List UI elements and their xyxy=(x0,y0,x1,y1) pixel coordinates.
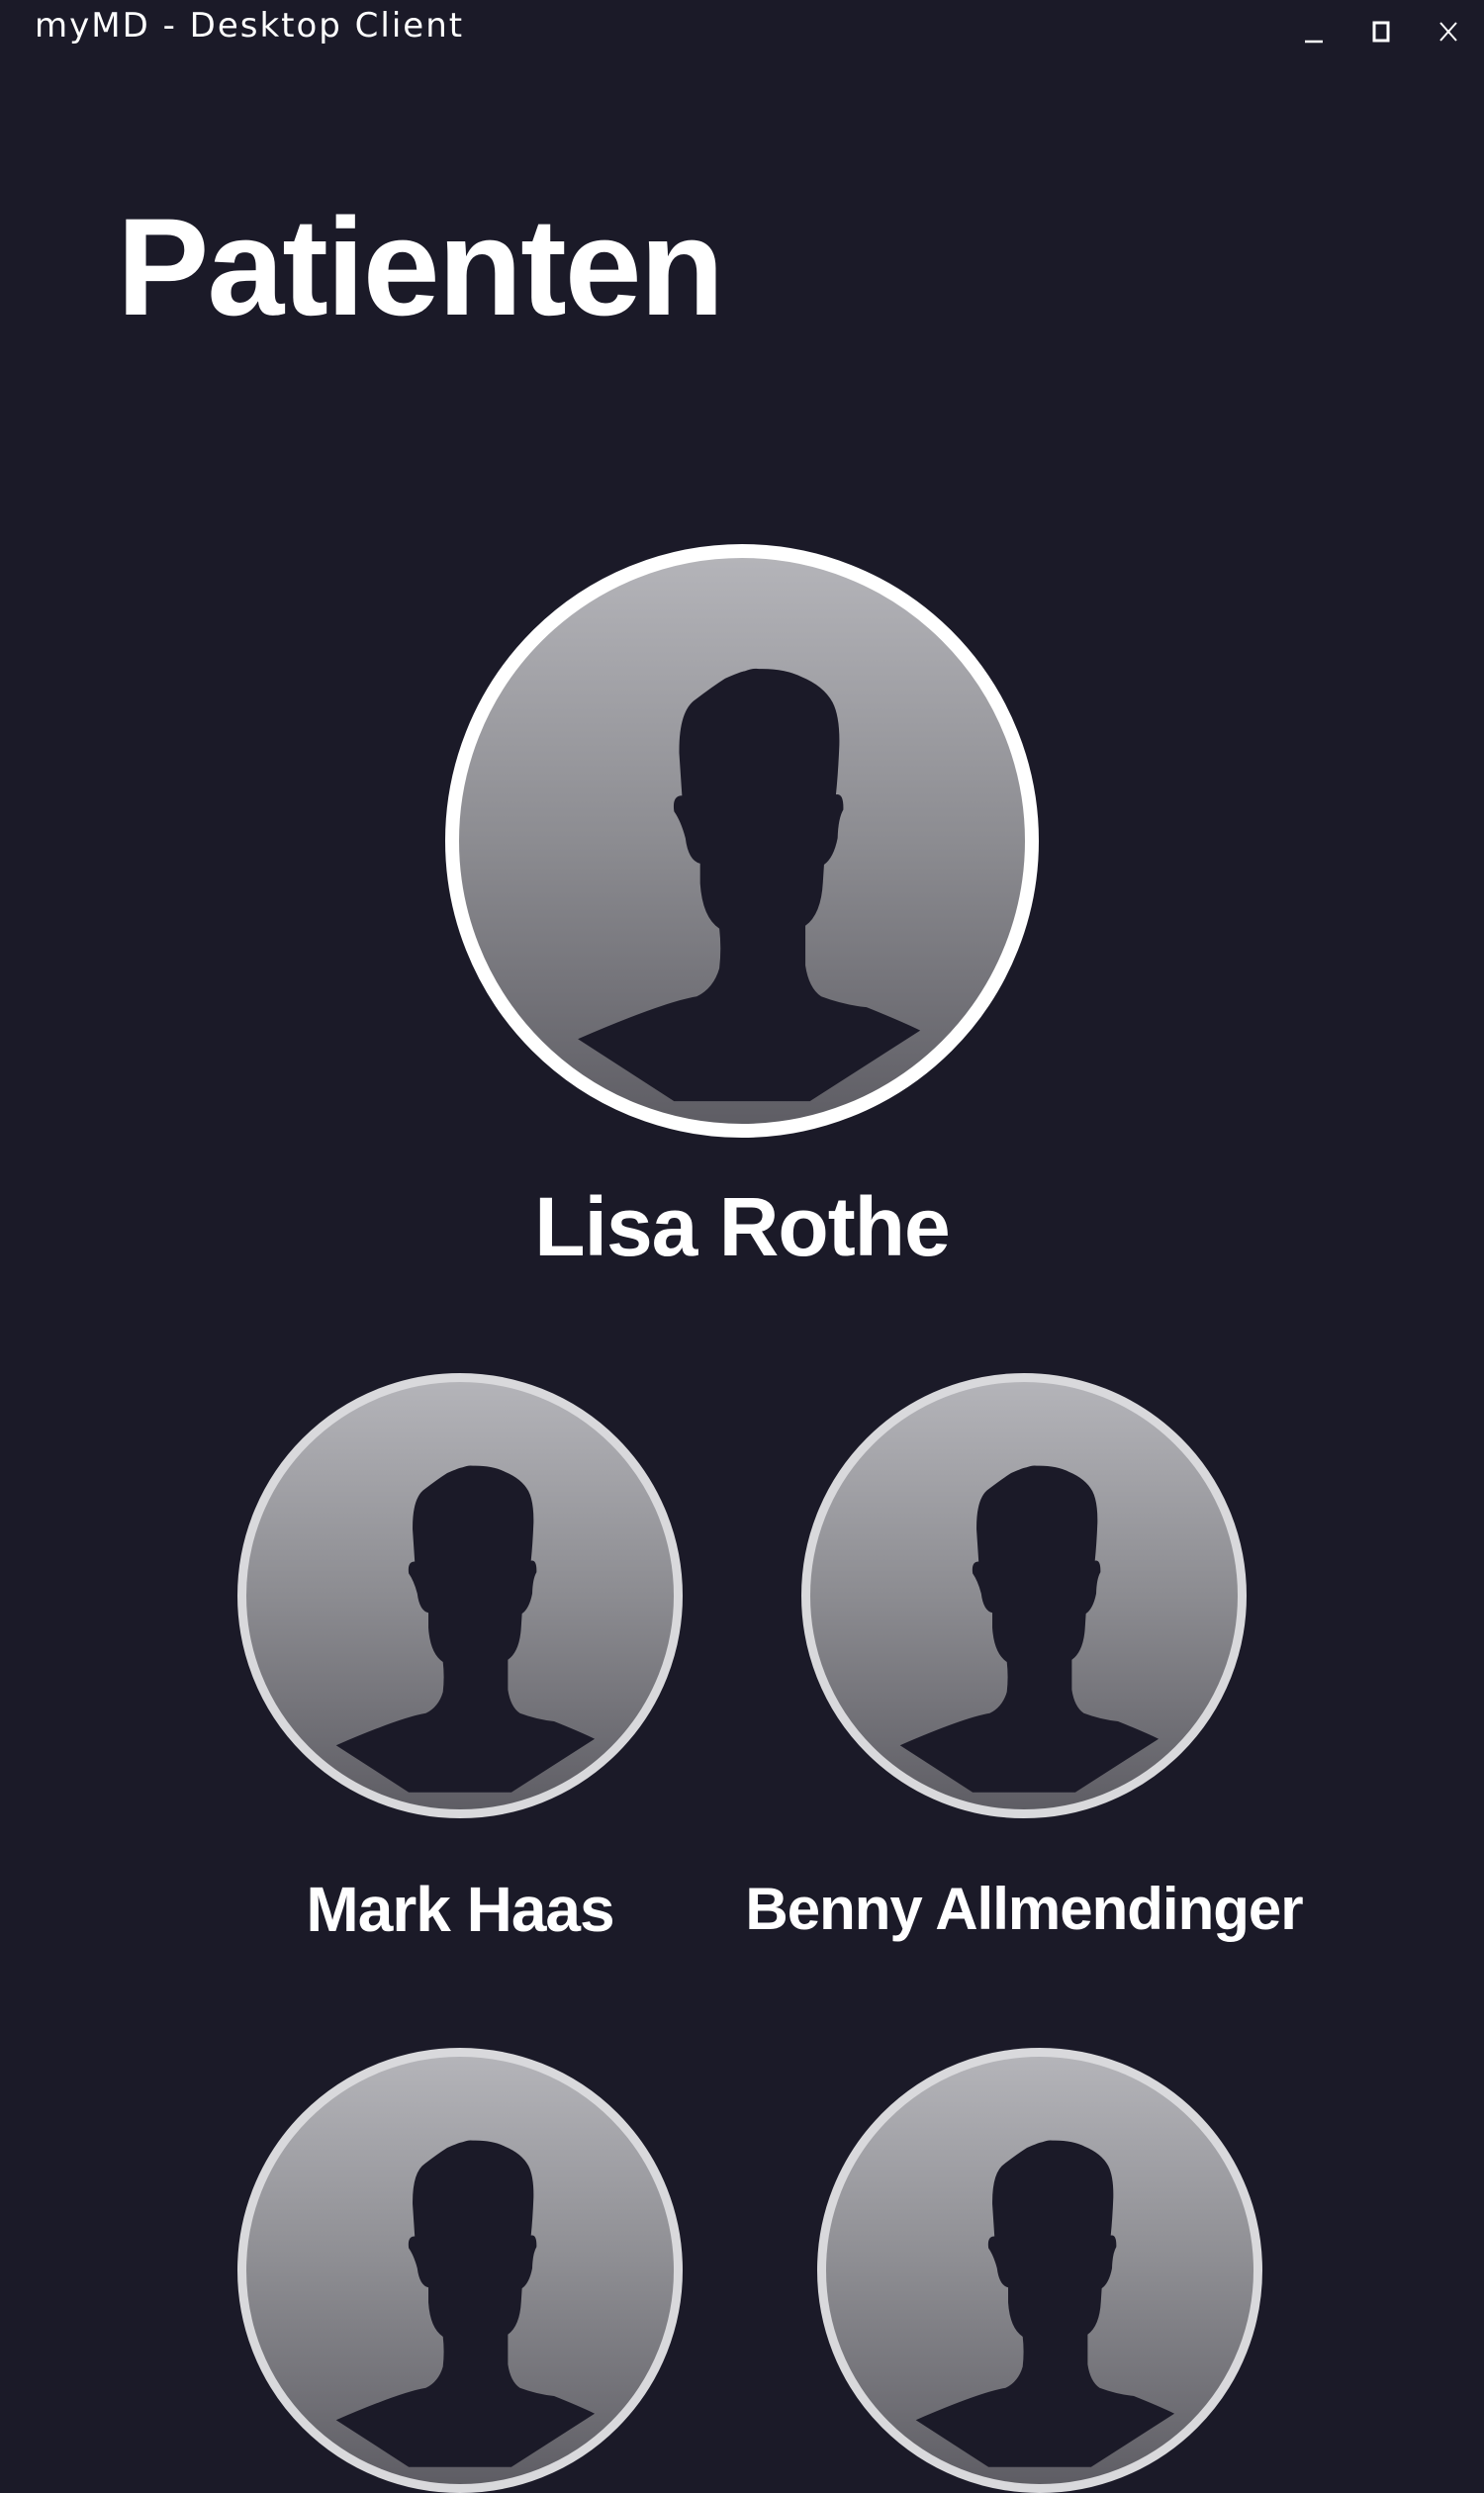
minimize-icon xyxy=(1305,40,1323,44)
maximize-icon xyxy=(1372,21,1390,43)
patient-name: Lisa Rothe xyxy=(534,1180,950,1273)
avatar[interactable] xyxy=(237,1373,683,1818)
avatar[interactable] xyxy=(445,544,1039,1138)
close-icon xyxy=(1439,22,1457,42)
person-silhouette-icon xyxy=(578,668,921,1102)
person-silhouette-icon xyxy=(335,1465,596,1793)
patient-card-benny-allmendinger[interactable]: Benny Allmendinger xyxy=(745,1373,1304,1957)
avatar[interactable] xyxy=(817,2048,1262,2493)
avatar[interactable] xyxy=(237,2048,683,2493)
avatar[interactable] xyxy=(801,1373,1247,1818)
patient-card[interactable] xyxy=(237,2048,683,2493)
close-button[interactable] xyxy=(1421,6,1476,53)
person-silhouette-icon xyxy=(915,2140,1175,2467)
patient-card-lisa-rothe[interactable]: Lisa Rothe xyxy=(445,544,1039,1296)
minimize-button[interactable] xyxy=(1286,6,1342,53)
patient-name: Mark Haas xyxy=(306,1874,614,1945)
patient-name: Benny Allmendinger xyxy=(745,1876,1303,1942)
maximize-button[interactable] xyxy=(1353,6,1409,53)
person-silhouette-icon xyxy=(899,1465,1159,1793)
patient-card-mark-haas[interactable]: Mark Haas xyxy=(237,1373,683,1957)
page-title: Patienten xyxy=(117,189,724,344)
title-bar[interactable]: myMD - Desktop Client xyxy=(0,0,1484,59)
patient-card[interactable] xyxy=(817,2048,1262,2493)
person-silhouette-icon xyxy=(335,2140,596,2467)
window-title: myMD - Desktop Client xyxy=(35,6,465,46)
